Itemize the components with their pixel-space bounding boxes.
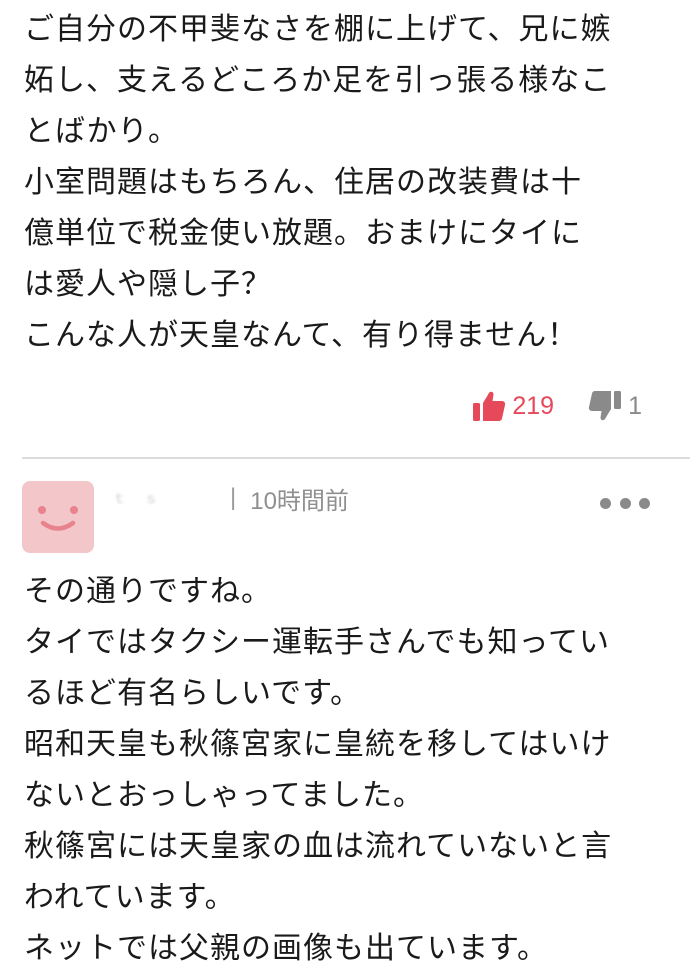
comment-line: るほど有名らしいです。 [24,676,362,711]
comment-line: こんな人が天皇なんて、有り得ません！ [24,318,579,353]
comment-line: ネットでは父親の画像も出ています。 [24,931,548,966]
reply-comment-body: その通りですね。 タイではタクシー運転手さんでも知ってい るほど有名らしいです。… [24,566,679,974]
dislike-button[interactable]: 1 [588,390,642,422]
more-options-button[interactable] [600,490,650,516]
timestamp: 10時間前 [250,487,349,515]
comment-meta: ｔ ｓ | 10時間前 [112,480,349,516]
comment-line: 小室問題はもちろん、住居の改装費は十 [24,165,582,200]
like-button[interactable]: 219 [472,390,554,422]
comment-line: われています。 [24,880,236,915]
like-count: 219 [512,391,555,420]
more-dots-icon [619,497,631,509]
comment-line: タイではタクシー運転手さんでも知ってい [24,625,610,660]
comment-line: 億単位で税金使い放題。おまけにタイに [24,216,582,251]
comment-line: とばかり。 [24,114,179,149]
thumbs-up-icon [473,391,506,421]
comment-line: 妬し、支えるどころか足を引っ張る様なこ [24,63,612,98]
dislike-count: 1 [628,391,642,420]
comment-line: 昭和天皇も秋篠宮家に皇統を移してはいけ [24,727,612,762]
more-dots-icon [600,497,611,509]
avatar[interactable] [22,481,94,553]
comment-line: その通りですね。 [24,574,272,609]
reaction-bar: 219 1 [472,384,642,428]
comment-line: ないとおっしゃってました。 [24,778,424,813]
comment-line: は愛人や隠し子？ [24,267,272,302]
comment-line: ご自分の不甲斐なさを棚に上げて、兄に嫉 [24,12,612,47]
previous-comment-body: ご自分の不甲斐なさを棚に上げて、兄に嫉 妬し、支えるどころか足を引っ張る様なこ … [24,4,674,361]
comment-divider [22,457,690,459]
comment-line: 秋篠宮には天皇家の血は流れていないと言 [24,829,613,864]
meta-separator: | [230,484,237,511]
smiley-face-icon [38,506,78,531]
username[interactable]: ｔ ｓ [112,488,222,508]
more-dots-icon [639,497,650,509]
thumbs-down-icon [588,391,622,421]
